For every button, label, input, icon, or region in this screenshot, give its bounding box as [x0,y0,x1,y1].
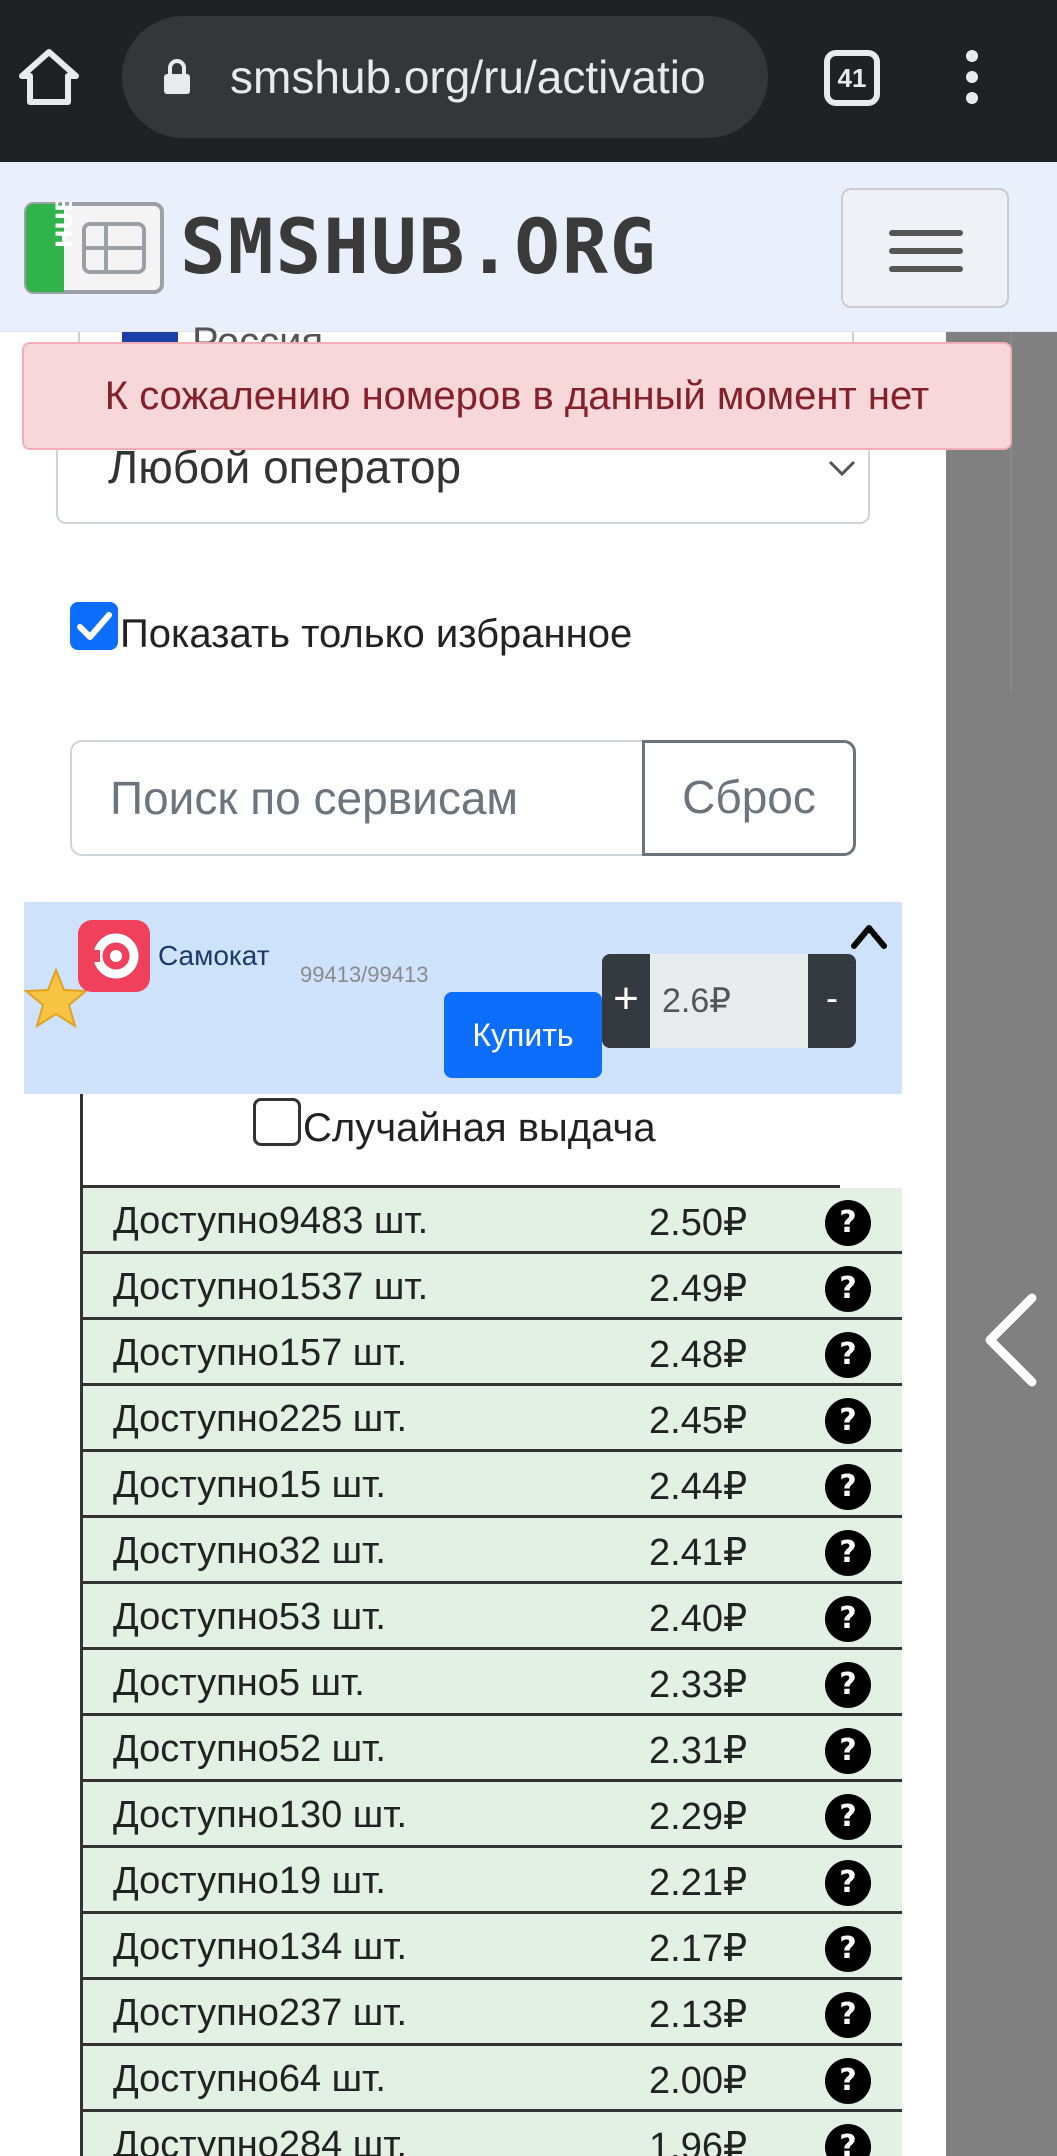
country-select-value: Россия [192,322,323,342]
help-icon[interactable]: ? [825,1398,871,1444]
no-numbers-alert: К сожалению номеров в данный момент нет [22,342,1012,450]
offer-price: 2.17₽ [649,1928,748,1970]
offer-available: Доступно32 шт. [113,1530,386,1572]
favorites-only-label[interactable]: Показать только избранное [120,612,632,657]
site-logo-text[interactable]: SMSHUB.ORG [180,202,658,292]
offer-row[interactable]: Доступно130 шт. 2.29₽? [80,1782,902,1848]
offer-price: 2.40₽ [649,1598,748,1640]
offer-row[interactable]: Доступно225 шт. 2.45₽? [80,1386,902,1452]
reset-button[interactable]: Сброс [642,740,856,856]
offer-price: 1.96₽ [649,2126,748,2156]
offer-price: 2.00₽ [649,2060,748,2102]
chevron-left-icon[interactable] [980,1290,1044,1390]
offer-available: Доступно5 шт. [113,1662,365,1704]
offer-row[interactable]: Доступно53 шт. 2.40₽? [80,1584,902,1650]
offer-price: 2.33₽ [649,1664,748,1706]
offers-table: Доступно9483 шт. 2.50₽? Доступно1537 шт. 2.… [80,1188,902,2156]
offer-row[interactable]: Доступно1537 шт. 2.49₽? [80,1254,902,1320]
offer-available: Доступно52 шт. [113,1728,386,1770]
help-icon[interactable]: ? [825,1794,871,1840]
buy-button[interactable]: Купить [444,992,602,1078]
help-icon[interactable]: ? [825,1992,871,2038]
sim-card-logo-icon[interactable]: HUB [24,202,164,294]
offer-price: 2.44₽ [649,1466,748,1508]
random-issue-row: Случайная выдача [80,1094,840,1188]
help-icon[interactable]: ? [825,1464,871,1510]
help-icon[interactable]: ? [825,1200,871,1246]
samokat-logo-icon [78,920,150,992]
help-icon[interactable]: ? [825,1266,871,1312]
offer-price: 2.41₽ [649,1532,748,1574]
help-icon[interactable]: ? [825,1332,871,1378]
price-decrease-button[interactable]: - [808,954,856,1048]
help-icon[interactable]: ? [825,2058,871,2104]
side-panel-overlay [946,332,1057,2156]
logo-badge: HUB [53,202,78,248]
browser-toolbar: smshub.org/ru/activatio 41 [0,0,1057,162]
browser-menu-button[interactable] [960,50,984,110]
help-icon[interactable]: ? [825,1926,871,1972]
service-name: Самокат [158,940,270,971]
offer-available: Доступно225 шт. [113,1398,408,1440]
offer-row[interactable]: Доступно64 шт. 2.00₽? [80,2046,902,2112]
offer-available: Доступно284 шт. [113,2124,408,2156]
more-vert-icon [966,50,978,62]
tab-switcher-button[interactable]: 41 [824,50,880,106]
offer-price: 2.29₽ [649,1796,748,1838]
url-text: smshub.org/ru/activatio [230,51,706,103]
hamburger-icon [889,230,963,236]
site-header: HUB SMSHUB.ORG [0,162,1057,332]
offer-row[interactable]: Доступно9483 шт. 2.50₽? [80,1188,902,1254]
offer-row[interactable]: Доступно284 шт. 1.96₽? [80,2112,902,2156]
help-icon[interactable]: ? [825,1662,871,1708]
help-icon[interactable]: ? [825,2124,871,2156]
offer-available: Доступно1537 шт. [113,1266,429,1308]
service-search-input[interactable] [70,740,644,856]
home-icon [19,49,79,105]
service-count: 99413/99413 [300,962,429,987]
offer-row[interactable]: Доступно19 шт. 2.21₽? [80,1848,902,1914]
help-icon[interactable]: ? [825,1596,871,1642]
offer-available: Доступно19 шт. [113,1860,386,1902]
help-icon[interactable]: ? [825,1728,871,1774]
offer-price: 2.48₽ [649,1334,748,1376]
offer-row[interactable]: Доступно157 шт. 2.48₽? [80,1320,902,1386]
price-increase-button[interactable]: + [602,954,650,1048]
offer-row[interactable]: Доступно134 шт. 2.17₽? [80,1914,902,1980]
chevron-up-icon[interactable] [850,922,888,950]
max-price-input[interactable] [650,954,808,1048]
offer-row[interactable]: Доступно5 шт. 2.33₽? [80,1650,902,1716]
home-button[interactable] [18,46,80,108]
chevron-down-icon [828,460,856,477]
offer-price: 2.49₽ [649,1268,748,1310]
offer-available: Доступно130 шт. [113,1794,408,1836]
offer-price: 2.13₽ [649,1994,748,2036]
service-card-samokat: Самокат 99413/99413 Купить + - [24,902,902,1094]
offer-available: Доступно237 шт. [113,1992,408,2034]
offer-available: Доступно64 шт. [113,2058,386,2100]
offer-available: Доступно157 шт. [113,1332,408,1374]
random-issue-checkbox[interactable] [253,1098,301,1146]
address-bar[interactable]: smshub.org/ru/activatio [122,16,768,138]
offer-price: 2.21₽ [649,1862,748,1904]
offer-available: Доступно9483 шт. [113,1200,429,1242]
lock-icon [164,59,190,94]
nav-toggle-button[interactable] [841,188,1009,308]
checkmark-icon [77,612,112,640]
favorites-only-checkbox[interactable] [70,602,118,650]
offer-price: 2.45₽ [649,1400,748,1442]
help-icon[interactable]: ? [825,1860,871,1906]
help-icon[interactable]: ? [825,1530,871,1576]
random-issue-label[interactable]: Случайная выдача [303,1106,656,1151]
offer-available: Доступно53 шт. [113,1596,386,1638]
offer-available: Доступно15 шт. [113,1464,386,1506]
offer-row[interactable]: Доступно32 шт. 2.41₽? [80,1518,902,1584]
offer-available: Доступно134 шт. [113,1926,408,1968]
offer-row[interactable]: Доступно15 шт. 2.44₽? [80,1452,902,1518]
offer-price: 2.31₽ [649,1730,748,1772]
offer-row[interactable]: Доступно52 шт. 2.31₽? [80,1716,902,1782]
offer-row[interactable]: Доступно237 шт. 2.13₽? [80,1980,902,2046]
offer-price: 2.50₽ [649,1202,748,1244]
